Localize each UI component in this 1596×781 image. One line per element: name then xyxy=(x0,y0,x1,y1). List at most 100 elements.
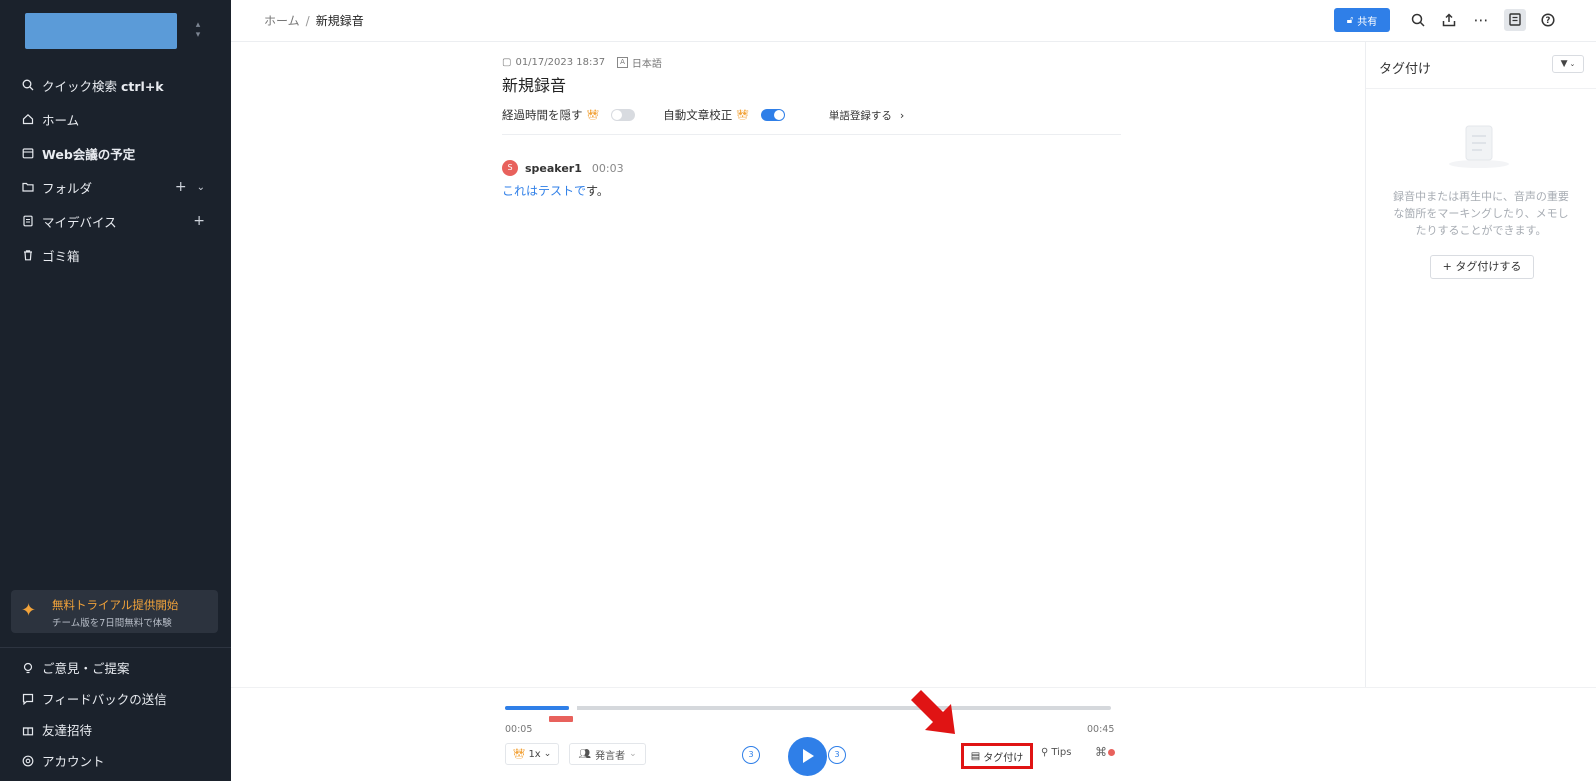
speaker-name[interactable]: speaker1 xyxy=(525,162,582,175)
speaker-select[interactable]: 👥︎ 発言者 ⌄ xyxy=(569,743,646,765)
chevron-updown-icon[interactable]: ▴ ▾ xyxy=(192,20,204,42)
notes-panel-icon[interactable] xyxy=(1504,9,1526,31)
filter-button[interactable]: ▼ ⌄ xyxy=(1552,55,1584,73)
trial-subtitle: チーム版を7日間無料で体験 xyxy=(52,618,172,629)
add-tag-button[interactable]: + タグ付けする xyxy=(1430,255,1534,279)
chevron-right-icon[interactable]: › xyxy=(900,109,904,122)
sidebar-item-my-device[interactable]: マイデバイス + xyxy=(0,204,231,238)
transcript-playing-segment[interactable]: これはテストで xyxy=(502,184,586,198)
chevron-down-icon: ⌄ xyxy=(543,749,552,759)
sidebar-item-label: フォルダ xyxy=(42,180,93,196)
sidebar-item-label: 友達招待 xyxy=(42,723,93,738)
feedback-icon xyxy=(22,693,34,705)
language-icon: A xyxy=(617,57,628,68)
people-icon: 👥︎ xyxy=(578,748,592,760)
export-icon[interactable] xyxy=(1438,9,1460,31)
record-date: 01/17/2023 18:37 xyxy=(515,57,606,68)
sidebar-item-invite[interactable]: 友達招待 xyxy=(0,714,231,745)
search-icon[interactable] xyxy=(1407,9,1429,31)
sidebar-bottom-nav: ご意見・ご提案 フィードバックの送信 友達招待 アカウント xyxy=(0,652,231,776)
sidebar-item-label: マイデバイス xyxy=(42,214,117,230)
document-options: 経過時間を隠す 👑︎ 自動文章校正 👑︎ 単語登録する › xyxy=(502,106,904,124)
sidebar-item-folder[interactable]: フォルダ + ⌄ xyxy=(0,170,231,204)
auto-correct-toggle[interactable] xyxy=(760,109,785,121)
sidebar-item-meetings[interactable]: Web会議の予定 xyxy=(0,136,231,170)
sidebar-item-quick-search[interactable]: クイック検索 ctrl+k xyxy=(0,68,231,102)
keyboard-shortcut-icon[interactable]: ⌘ xyxy=(1095,745,1115,763)
folder-icon xyxy=(22,182,34,192)
share-label: 共有 xyxy=(1357,16,1378,28)
chevron-down-icon: ⌄ xyxy=(629,749,637,759)
progress-track[interactable] xyxy=(505,705,1111,722)
sidebar-item-trash[interactable]: ゴミ箱 xyxy=(0,238,231,272)
location-pin-icon: ⚲ xyxy=(1041,747,1049,758)
auto-correct-label: 自動文章校正 xyxy=(663,108,733,122)
trial-title: 無料トライアル提供開始 xyxy=(52,598,179,612)
tips-label: Tips xyxy=(1051,747,1072,758)
transcript-segment[interactable]: す。 xyxy=(586,184,609,198)
page-title[interactable]: 新規録音 xyxy=(502,72,566,96)
share-button[interactable]: 🔓︎ 共有 xyxy=(1334,8,1390,32)
panel-divider xyxy=(1366,88,1596,89)
rewind-icon: 3 xyxy=(748,750,754,759)
tips-button[interactable]: ⚲ Tips xyxy=(1041,747,1071,758)
tag-button-label: タグ付け xyxy=(983,752,1024,764)
speaker-row: S speaker1 00:03 xyxy=(502,160,624,176)
forward-3s-button[interactable]: 3 xyxy=(828,746,846,764)
dictionary-link[interactable]: 単語登録する xyxy=(829,108,892,123)
lock-icon: 🔓︎ xyxy=(1346,14,1354,26)
sidebar-item-label: ご意見・ご提案 xyxy=(42,661,130,676)
current-time: 00:05 xyxy=(505,724,533,735)
hide-elapsed-toggle[interactable] xyxy=(611,109,636,121)
transcript-text[interactable]: これはテストです。 xyxy=(502,182,609,199)
calendar-icon xyxy=(22,148,34,159)
premium-icon: 👑︎ xyxy=(512,748,526,760)
premium-icon: 👑︎ xyxy=(586,109,600,121)
toggle-knob xyxy=(612,110,623,120)
document-divider xyxy=(502,134,1121,135)
record-language[interactable]: 日本語 xyxy=(632,55,662,70)
tag-panel-title: タグ付け xyxy=(1379,62,1432,77)
tag-button[interactable]: ▤ タグ付け xyxy=(961,743,1033,769)
trial-banner[interactable]: ✦ 無料トライアル提供開始 チーム版を7日間無料で体験 xyxy=(11,590,218,633)
progress-played xyxy=(505,706,570,710)
sidebar-item-label: フィードバックの送信 xyxy=(42,692,167,707)
speed-value: 1x xyxy=(528,748,541,760)
help-icon[interactable]: ? xyxy=(1537,9,1559,31)
sidebar-item-label: クイック検索 xyxy=(42,78,121,94)
lightbulb-icon xyxy=(23,662,33,673)
sidebar-item-label: ホーム xyxy=(42,112,80,128)
chevron-down-icon[interactable]: ⌄ xyxy=(197,182,205,193)
avatar[interactable]: S xyxy=(502,160,518,176)
breadcrumb-current: 新規録音 xyxy=(315,14,364,28)
play-button[interactable] xyxy=(788,737,827,776)
plus-icon[interactable]: + xyxy=(175,179,187,195)
sidebar-item-account[interactable]: アカウント xyxy=(0,745,231,776)
total-time: 00:45 xyxy=(1087,724,1115,735)
breadcrumb-separator: / xyxy=(305,14,310,28)
empty-notes-illustration xyxy=(1449,125,1509,168)
hide-elapsed-label: 経過時間を隠す xyxy=(502,108,583,122)
workspace-switcher[interactable] xyxy=(25,13,177,49)
forward-icon: 3 xyxy=(834,750,840,759)
more-icon[interactable]: ⋯ xyxy=(1470,9,1492,31)
sidebar-item-home[interactable]: ホーム xyxy=(0,102,231,136)
sidebar-item-label: アカウント xyxy=(42,754,105,769)
tag-marker[interactable] xyxy=(549,716,573,722)
speaker-timestamp[interactable]: 00:03 xyxy=(592,162,624,175)
premium-icon: 👑︎ xyxy=(736,109,749,121)
document-meta: ▢ 01/17/2023 18:37 A 日本語 xyxy=(502,55,662,70)
playback-speed-select[interactable]: 👑︎ 1x ⌄ xyxy=(505,743,559,765)
sidebar-item-feedback[interactable]: フィードバックの送信 xyxy=(0,683,231,714)
breadcrumb-home[interactable]: ホーム xyxy=(264,14,300,28)
breadcrumb: ホーム / 新規録音 xyxy=(264,12,364,29)
plus-icon[interactable]: + xyxy=(193,213,205,229)
sidebar-item-suggestions[interactable]: ご意見・ご提案 xyxy=(0,652,231,683)
toggle-knob xyxy=(773,110,784,120)
device-icon xyxy=(23,215,33,227)
search-icon xyxy=(22,79,34,91)
gift-icon xyxy=(22,726,34,735)
rewind-3s-button[interactable]: 3 xyxy=(742,746,760,764)
notification-dot xyxy=(1108,749,1115,756)
sidebar-nav: クイック検索 ctrl+k ホーム Web会議の予定 フォルダ + ⌄ マイデバイ… xyxy=(0,68,231,272)
